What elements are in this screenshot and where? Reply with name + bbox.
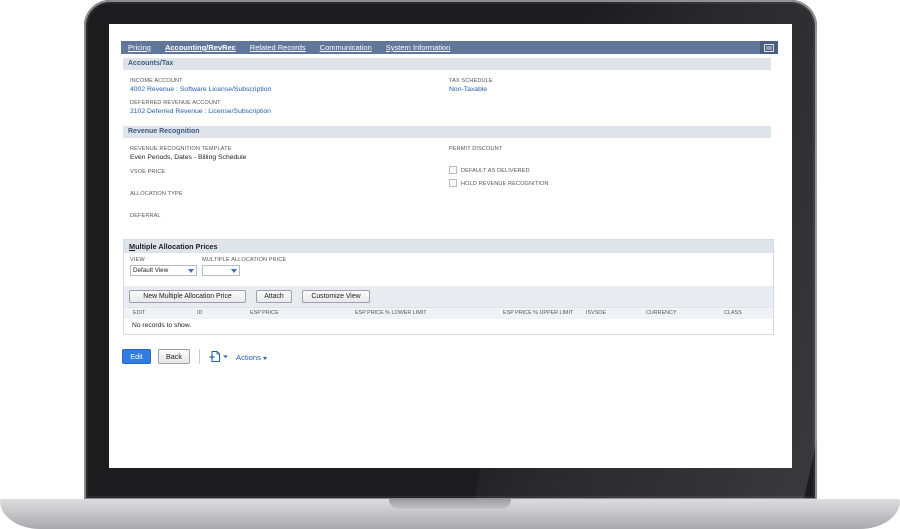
hold-revenue-checkbox[interactable] (449, 179, 457, 187)
col-currency[interactable]: CURRENCY (646, 310, 677, 316)
back-button[interactable]: Back (158, 349, 190, 364)
no-records-message: No records to show. (132, 322, 192, 329)
multiple-allocation-price-label: MULTIPLE ALLOCATION PRICE (202, 257, 287, 263)
view-select-value: Default View (133, 267, 169, 274)
laptop-screen: Pricing Accounting/RevRec Related Record… (109, 24, 792, 468)
chevron-down-icon (231, 269, 237, 273)
revrec-template-value: Even Periods, Dates - Billing Schedule (130, 154, 247, 161)
col-esp-lower-limit[interactable]: ESP PRICE % LOWER LIMIT (355, 310, 427, 316)
deferred-revenue-link[interactable]: 2102 Deferred Revenue : License/Subscrip… (130, 108, 271, 115)
deferral-label: DEFERRAL (130, 213, 161, 219)
section-accounts-tax: Accounts/Tax (123, 58, 771, 70)
col-class[interactable]: CLASS (724, 310, 742, 316)
actions-label: Actions (236, 353, 261, 362)
income-account-link[interactable]: 4002 Revenue : Software License/Subscrip… (130, 86, 271, 93)
tax-schedule-link[interactable]: Non-Taxable (449, 86, 487, 93)
button-divider (199, 349, 200, 364)
default-as-delivered-checkbox[interactable] (449, 166, 457, 174)
chevron-down-icon (188, 269, 194, 273)
permit-discount-label: PERMIT DISCOUNT (449, 146, 503, 152)
revrec-template-label: REVENUE RECOGNITION TEMPLATE (130, 146, 232, 152)
col-esp-upper-limit[interactable]: ESP PRICE % UPPER LIMIT (503, 310, 573, 316)
chevron-down-icon (262, 356, 267, 360)
view-label: VIEW (130, 257, 145, 263)
new-multiple-allocation-price-button[interactable]: New Multiple Allocation Price (129, 290, 246, 303)
view-select[interactable]: Default View (130, 265, 197, 276)
actions-menu[interactable]: Actions (236, 353, 267, 362)
sublist-column-headers: EDIT ID ESP PRICE ESP PRICE % LOWER LIMI… (124, 307, 773, 319)
allocation-type-label: ALLOCATION TYPE (130, 191, 183, 197)
sublist-title: Multiple Allocation Prices (129, 242, 218, 251)
col-isvsoe[interactable]: ISVSOE (586, 310, 606, 316)
attach-button[interactable]: Attach (256, 290, 292, 303)
section-revenue-recognition: Revenue Recognition (123, 126, 771, 138)
tab-menu-icon[interactable] (760, 41, 778, 54)
laptop-notch (389, 499, 511, 509)
new-document-icon[interactable] (209, 351, 229, 364)
vsoe-price-label: VSOE PRICE (130, 169, 166, 175)
tab-accounting-revrec[interactable]: Accounting/RevRec (158, 41, 243, 54)
deferred-revenue-label: DEFERRED REVENUE ACCOUNT (130, 100, 221, 106)
multiple-allocation-price-select[interactable] (202, 265, 240, 276)
multiple-allocation-prices-sublist: Multiple Allocation Prices VIEW Default … (123, 239, 774, 335)
col-id[interactable]: ID (197, 310, 202, 316)
hold-revenue-label: HOLD REVENUE RECOGNITION (461, 181, 549, 187)
income-account-label: INCOME ACCOUNT (130, 78, 183, 84)
subtab-bar: Pricing Accounting/RevRec Related Record… (121, 41, 778, 54)
netsuite-item-record: Pricing Accounting/RevRec Related Record… (109, 24, 792, 468)
col-edit[interactable]: EDIT (133, 310, 145, 316)
tab-pricing[interactable]: Pricing (121, 41, 158, 54)
col-esp-price[interactable]: ESP PRICE (250, 310, 279, 316)
edit-button[interactable]: Edit (122, 349, 151, 364)
sublist-button-bar: New Multiple Allocation Price Attach Cus… (124, 286, 773, 307)
tab-system-information[interactable]: System Information (379, 41, 458, 54)
tab-communication[interactable]: Communication (313, 41, 379, 54)
tab-related-records[interactable]: Related Records (243, 41, 313, 54)
tax-schedule-label: TAX SCHEDULE (449, 78, 493, 84)
customize-view-button[interactable]: Customize View (302, 290, 370, 303)
default-as-delivered-label: DEFAULT AS DELIVERED (461, 168, 530, 174)
sublist-header: Multiple Allocation Prices (124, 240, 773, 253)
sublist-title-rest: ultiple Allocation Prices (135, 242, 218, 251)
